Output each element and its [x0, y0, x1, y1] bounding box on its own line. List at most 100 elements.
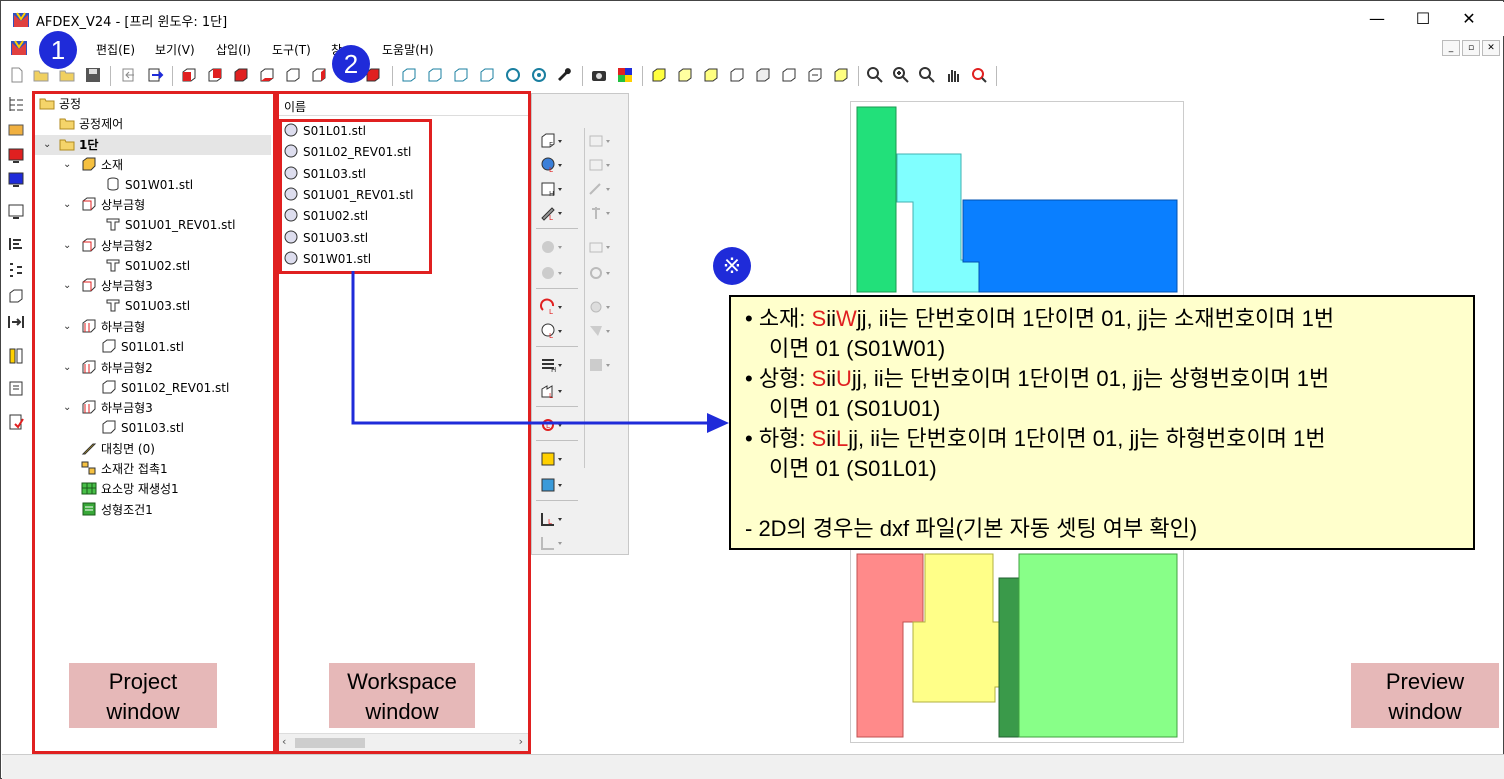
rotate-reset-icon[interactable] [530, 66, 548, 84]
shade-solid-icon[interactable] [650, 66, 668, 84]
list-item[interactable]: S01L02_REV01.stl [283, 142, 411, 163]
menu-edit[interactable]: 편집(E) [96, 41, 135, 58]
tree-upper-die-3[interactable]: ⌄ 상부금형3 [63, 276, 153, 296]
tree-forming[interactable]: 성형조건1 [81, 500, 153, 520]
tree-lower-die-2-file[interactable]: S01L02_REV01.stl [101, 378, 229, 398]
tree-material[interactable]: ⌄ 소재 [63, 155, 123, 175]
tree-upper-die-3-file[interactable]: S01U03.stl [105, 296, 190, 316]
tree-process-control[interactable]: 공정제어 [59, 114, 123, 134]
zoom-in-icon[interactable] [892, 66, 910, 84]
block-lower-icon[interactable] [540, 476, 564, 494]
disabled-step-icon[interactable] [540, 534, 564, 552]
zoom-window-icon[interactable] [866, 66, 884, 84]
mesh-view-icon[interactable] [754, 66, 772, 84]
menu-view[interactable]: 보기(V) [155, 41, 195, 58]
zoom-reset-icon[interactable] [970, 66, 988, 84]
tree-upper-die-1-file[interactable]: S01U01_REV01.stl [105, 215, 235, 235]
insert-icon[interactable] [7, 313, 25, 331]
grid-dots-icon[interactable] [7, 261, 25, 279]
close-button[interactable]: ✕ [1446, 2, 1492, 36]
chevron-down-icon[interactable]: ⌄ [43, 135, 51, 155]
view-top-icon[interactable] [232, 66, 250, 84]
mdi-minimize-icon[interactable]: _ [1442, 40, 1460, 56]
lower-die-feature-icon[interactable]: L [540, 156, 564, 174]
step-lower-icon[interactable]: L [540, 510, 564, 528]
column-icon[interactable] [7, 347, 25, 365]
tree-upper-die-1[interactable]: ⌄ 상부금형 [63, 195, 145, 215]
color-palette-icon[interactable] [616, 66, 634, 84]
horizontal-scrollbar[interactable]: ‹ › [279, 733, 528, 751]
list-item[interactable]: S01U01_REV01.stl [283, 185, 413, 206]
list-item[interactable]: S01U03.stl [283, 228, 368, 249]
chevron-down-icon[interactable]: ⌄ [63, 317, 71, 337]
view-back-icon[interactable] [206, 66, 224, 84]
chevron-down-icon[interactable]: ⌄ [63, 195, 71, 215]
mdi-close-icon[interactable]: ✕ [1482, 40, 1500, 56]
list-item[interactable]: S01U02.stl [283, 206, 368, 227]
chevron-down-icon[interactable]: ⌄ [63, 236, 71, 256]
display-icon[interactable] [7, 171, 25, 189]
tree-remesh[interactable]: 요소망 재생성1 [81, 479, 179, 499]
screen-icon[interactable] [7, 203, 25, 221]
align-icon[interactable] [7, 235, 25, 253]
rotate-free-icon[interactable] [504, 66, 522, 84]
view-front-icon[interactable] [180, 66, 198, 84]
transform-icon[interactable] [806, 66, 824, 84]
edit-lower-icon[interactable]: L [540, 204, 564, 222]
disabled-tool-icon[interactable] [588, 156, 612, 174]
wireframe-icon[interactable] [728, 66, 746, 84]
disabled-tool-icon[interactable] [588, 180, 612, 198]
stack-view-icon[interactable] [832, 66, 850, 84]
menu-insert[interactable]: 삽입(I) [216, 41, 251, 58]
view-bottom-icon[interactable] [258, 66, 276, 84]
chevron-down-icon[interactable]: ⌄ [63, 155, 71, 175]
block-upper-icon[interactable] [540, 450, 564, 468]
view-right-icon[interactable] [310, 66, 328, 84]
list-item[interactable]: S01L01.stl [283, 121, 366, 142]
tree-contact[interactable]: 소재간 접촉1 [81, 459, 168, 479]
shade-edges-icon[interactable] [676, 66, 694, 84]
tree-root[interactable]: 공정 [39, 94, 81, 114]
material-icon[interactable] [7, 121, 25, 139]
maximize-button[interactable]: ☐ [1400, 2, 1446, 36]
save-icon[interactable] [84, 66, 102, 84]
export-icon[interactable] [146, 66, 164, 84]
monitor-icon[interactable] [7, 147, 25, 165]
pan-hand-icon[interactable] [944, 66, 962, 84]
scroll-right-icon[interactable]: › [519, 735, 523, 748]
scroll-left-icon[interactable]: ‹ [282, 735, 286, 748]
list-item[interactable]: S01W01.stl [283, 249, 371, 270]
tree-lower-die-1-file[interactable]: S01L01.stl [101, 337, 184, 357]
rotate-y-icon[interactable] [426, 66, 444, 84]
tree-upper-die-2-file[interactable]: S01U02.stl [105, 256, 190, 276]
tree-upper-die-2[interactable]: ⌄ 상부금형2 [63, 236, 153, 256]
tree-symmetry[interactable]: 대칭면 (0) [81, 439, 155, 459]
rotate-z-icon[interactable] [452, 66, 470, 84]
rotate-x-icon[interactable] [400, 66, 418, 84]
wrench-icon[interactable] [556, 66, 574, 84]
hidden-line-icon[interactable] [780, 66, 798, 84]
menu-tools[interactable]: 도구(T) [272, 41, 311, 58]
mdi-restore-icon[interactable]: ▫ [1462, 40, 1480, 56]
heading-feature-icon[interactable]: H [540, 180, 564, 198]
disabled-tool-icon[interactable] [588, 204, 612, 222]
disabled-tool-icon[interactable] [540, 238, 564, 256]
new-file-icon[interactable] [8, 66, 26, 84]
open-folder-icon[interactable] [32, 66, 50, 84]
menu-help[interactable]: 도움말(H) [382, 41, 434, 58]
cube-icon[interactable] [7, 287, 25, 305]
workspace-header[interactable]: 이름 [279, 94, 528, 116]
tree-stage[interactable]: ⌄ 1단 [35, 135, 271, 155]
clipboard-icon[interactable] [7, 379, 25, 397]
disabled-tool-icon[interactable] [588, 238, 612, 256]
tree-material-file[interactable]: S01W01.stl [105, 175, 193, 195]
checklist-icon[interactable] [7, 413, 25, 431]
view-left-icon[interactable] [284, 66, 302, 84]
tree-lower-die-1[interactable]: ⌄ 하부금형 [63, 317, 145, 337]
material-feature-icon[interactable]: F [540, 132, 564, 150]
chevron-down-icon[interactable]: ⌄ [63, 398, 71, 418]
zoom-fit-icon[interactable] [918, 66, 936, 84]
tree-view-icon[interactable] [7, 95, 25, 113]
chevron-down-icon[interactable]: ⌄ [63, 276, 71, 296]
chevron-down-icon[interactable]: ⌄ [63, 358, 71, 378]
